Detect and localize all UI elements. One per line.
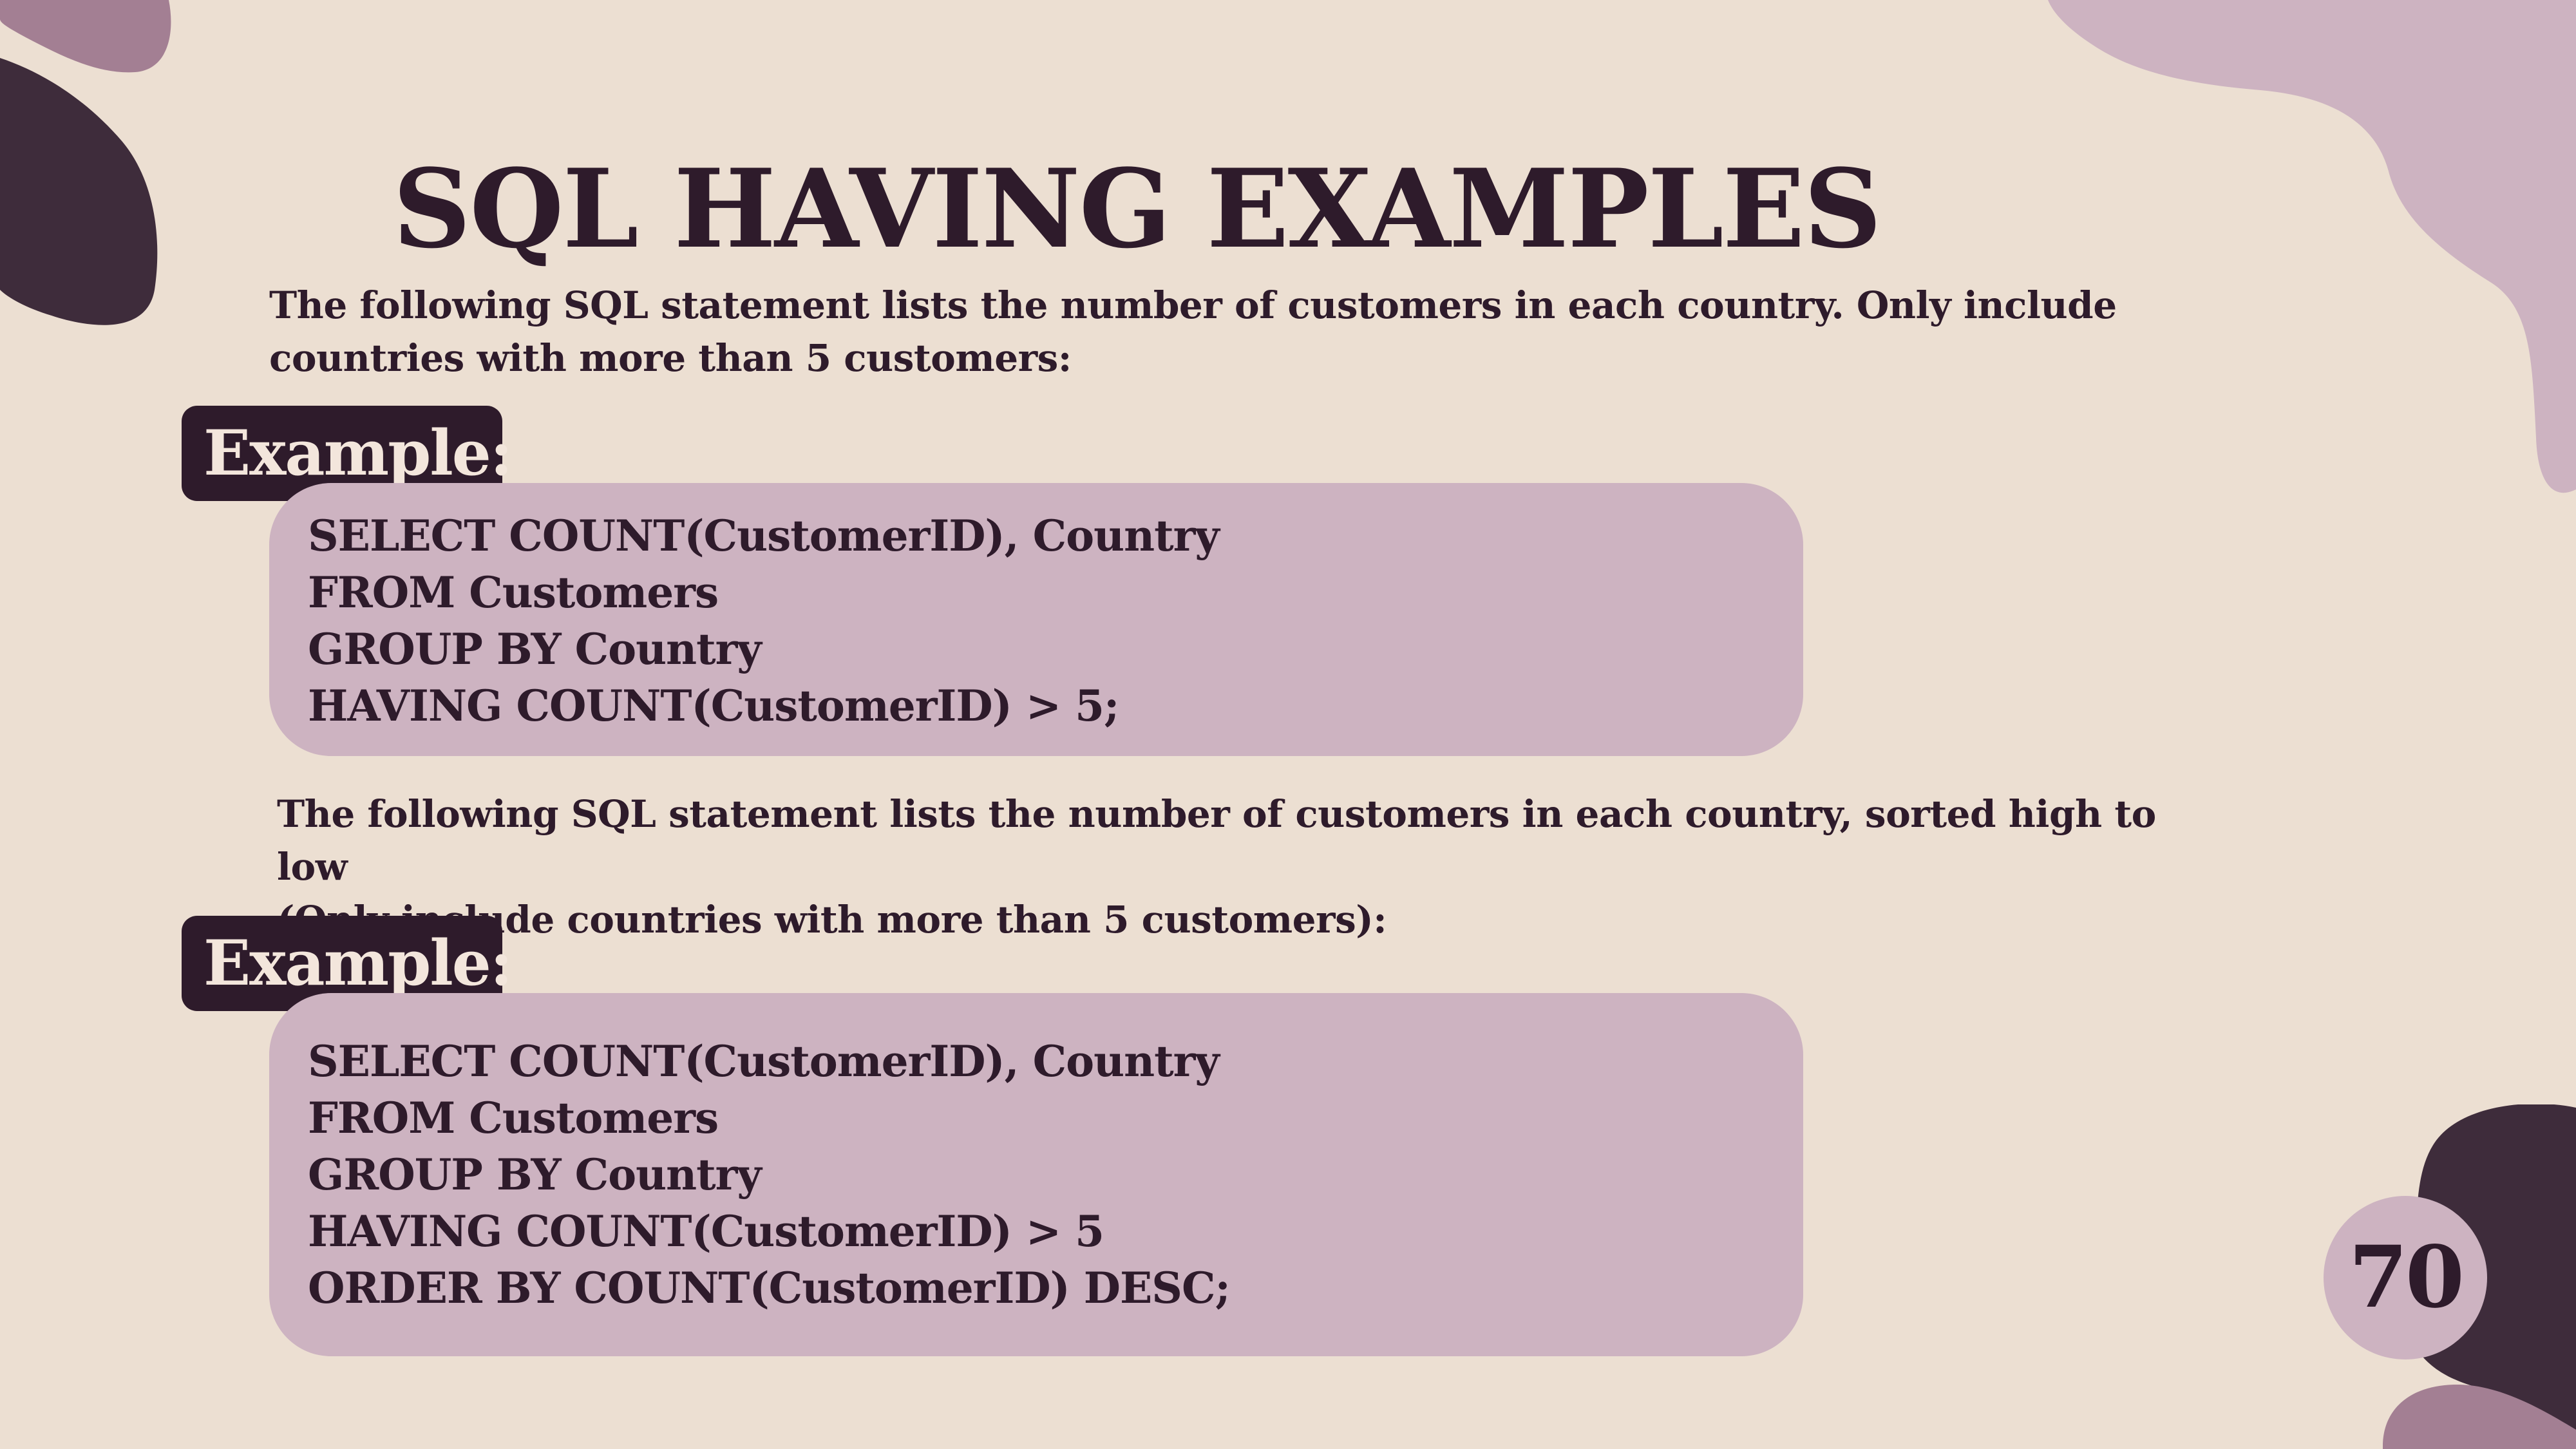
example-1-description: The following SQL statement lists the nu… — [269, 279, 2201, 384]
description-line: The following SQL statement lists the nu… — [277, 792, 2156, 889]
code-line: GROUP BY Country — [308, 1150, 762, 1200]
code-line: ORDER BY COUNT(CustomerID) DESC; — [308, 1263, 1231, 1313]
slide-title: SQL HAVING EXAMPLES — [392, 145, 1882, 272]
page-number: 70 — [2324, 1196, 2487, 1359]
code-line: SELECT COUNT(CustomerID), Country — [308, 1036, 1220, 1086]
example-1-code-block: SELECT COUNT(CustomerID), Country FROM C… — [269, 483, 1803, 756]
description-line: countries with more than 5 customers: — [269, 336, 1072, 380]
description-line: (Only include countries with more than 5… — [277, 898, 1387, 942]
code-line: SELECT COUNT(CustomerID), Country — [308, 511, 1220, 561]
example-2-description: The following SQL statement lists the nu… — [277, 788, 2209, 946]
example-2-code-block: SELECT COUNT(CustomerID), Country FROM C… — [269, 993, 1803, 1356]
description-line: The following SQL statement lists the nu… — [269, 283, 2117, 327]
code-line: HAVING COUNT(CustomerID) > 5 — [308, 1206, 1104, 1256]
code-line: HAVING COUNT(CustomerID) > 5; — [308, 681, 1119, 731]
code-line: FROM Customers — [308, 1093, 719, 1143]
code-line: GROUP BY Country — [308, 624, 762, 674]
decorative-blob-bottom-right-mauve — [2383, 1385, 2576, 1449]
code-line: FROM Customers — [308, 567, 719, 618]
